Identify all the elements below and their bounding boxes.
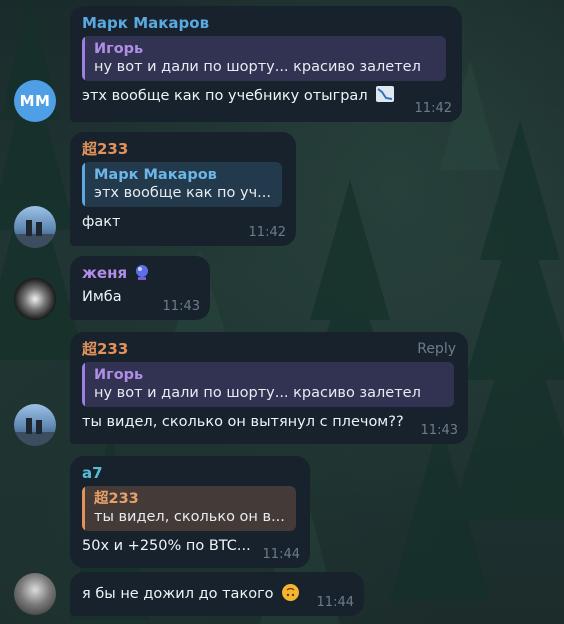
reply-text: ну вот и дали по шорту... красиво залете… [94,385,421,401]
reply-text: ты видел, сколько он в... [94,509,285,525]
author-name[interactable]: Марк Макаров [82,14,450,32]
reply-author: Марк Макаров [94,167,217,183]
message-time: 11:42 [248,225,286,240]
reply-author: Игорь [94,367,144,383]
message-bubble[interactable]: a7 超233 ты видел, сколько он в... 50x и … [70,456,310,568]
reply-author: Игорь [94,41,144,57]
reply-text: ну вот и дали по шорту... красиво залете… [94,59,421,75]
chart-down-icon [376,86,395,102]
reply-author: 超233 [94,491,139,507]
reply-quote[interactable]: 超233 ты видел, сколько он в... [82,486,296,531]
reply-quote[interactable]: Игорь ну вот и дали по шорту... красиво … [82,362,454,407]
reply-button[interactable]: Reply [417,341,456,357]
message-bubble[interactable]: 超233 Марк Макаров этх вообще как по уч..… [70,132,296,246]
message-bubble[interactable]: я бы не дожил до такого 11:44 [70,572,364,616]
message-bubble[interactable]: Reply 超233 Игорь ну вот и дали по шорту.… [70,332,468,444]
author-name[interactable]: a7 [82,464,298,482]
author-name[interactable]: женя [82,264,127,282]
message-time: 11:44 [262,547,300,562]
message-time: 11:43 [162,299,200,314]
message-time: 11:42 [414,101,452,116]
avatar[interactable] [14,404,56,446]
message-text: ты видел, сколько он вытянул с плечом?? [82,414,404,430]
avatar[interactable] [14,278,56,320]
author-name[interactable]: 超233 [82,140,284,158]
message-time: 11:43 [420,423,458,438]
message-text: этх вообще как по учебнику отыграл [82,88,368,104]
message-time: 11:44 [316,595,354,610]
crystal-ball-icon [134,264,150,280]
message-bubble[interactable]: Марк Макаров Игорь ну вот и дали по шорт… [70,6,462,122]
message-bubble[interactable]: женя Имба 11:43 [70,256,210,320]
reply-text: этх вообще как по уч... [94,185,271,201]
avatar[interactable] [14,206,56,248]
reply-quote[interactable]: Игорь ну вот и дали по шорту... красиво … [82,36,446,81]
author-name[interactable]: 超233 [82,340,456,358]
avatar[interactable]: MM [14,80,56,122]
upside-down-face-icon [282,584,300,601]
reply-quote[interactable]: Марк Макаров этх вообще как по уч... [82,162,282,207]
message-text: я бы не дожил до такого [82,586,274,602]
avatar[interactable] [14,573,56,615]
